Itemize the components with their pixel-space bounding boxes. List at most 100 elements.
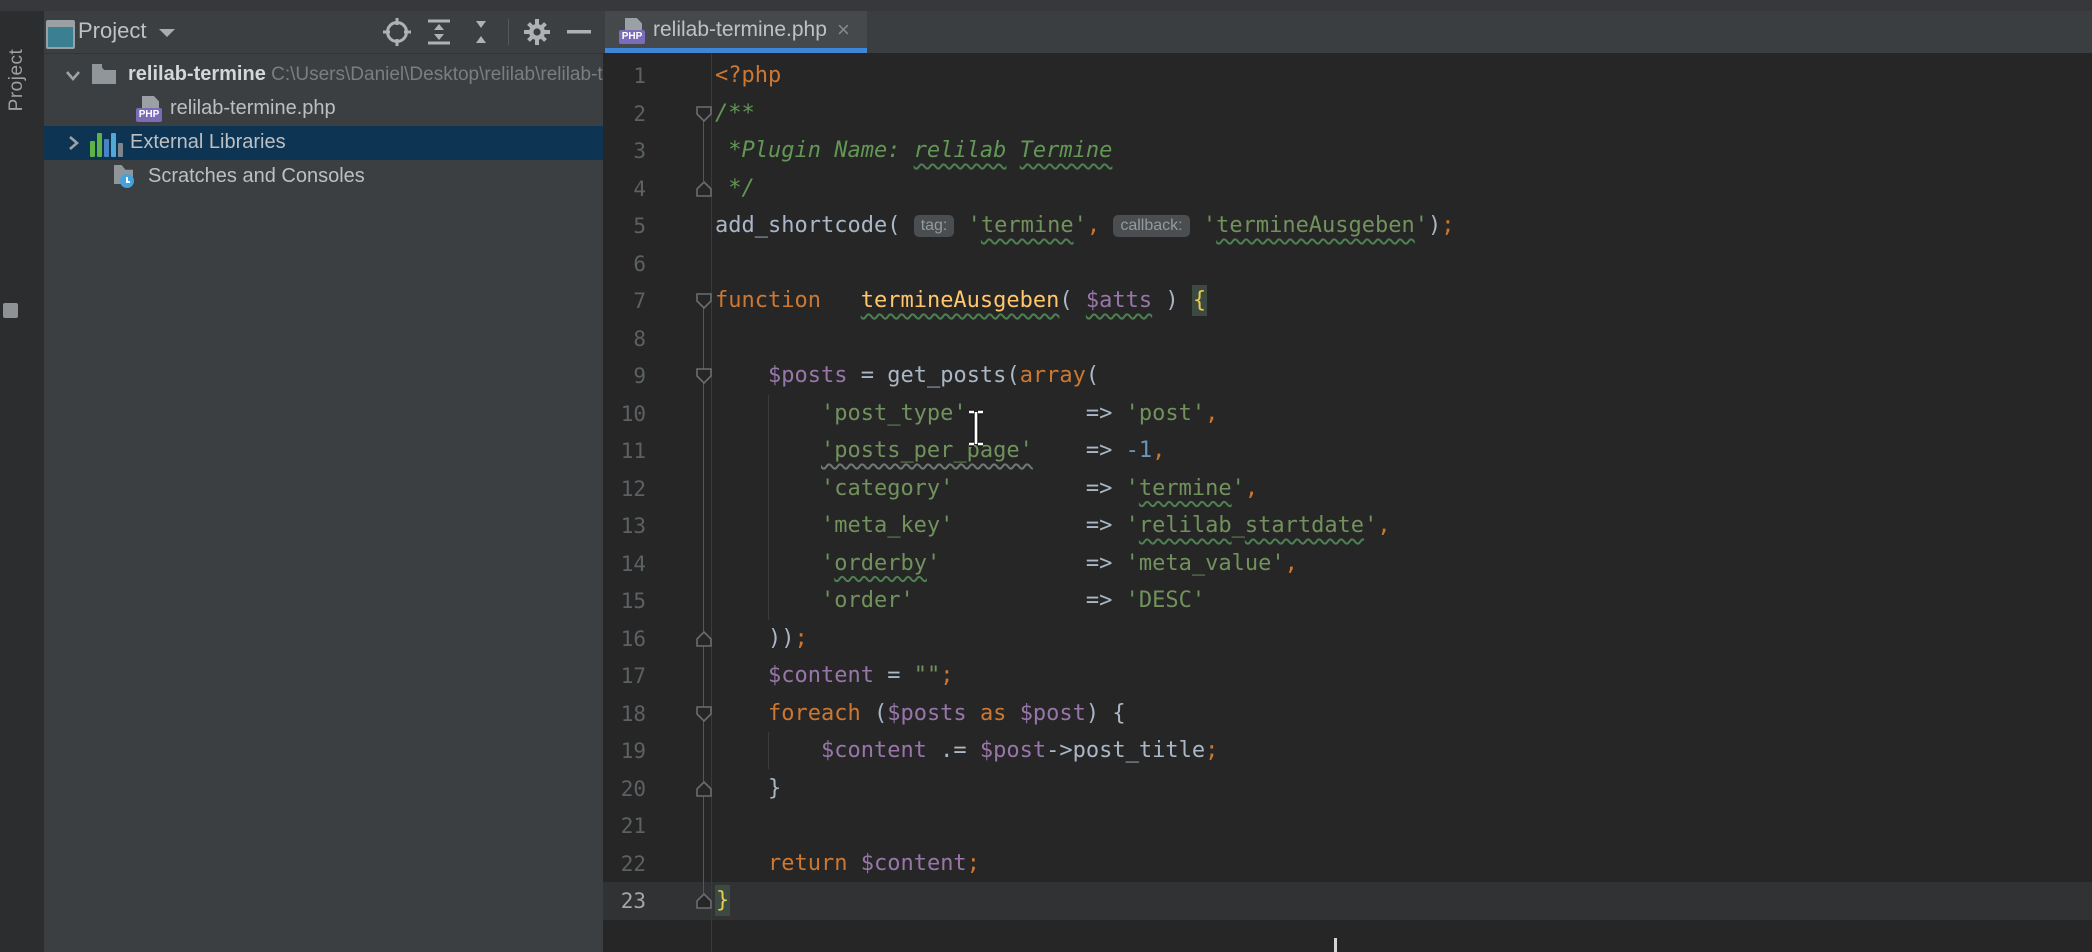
code-token xyxy=(1190,213,1203,238)
line-number[interactable]: 17 xyxy=(546,657,646,695)
code-token xyxy=(715,701,768,726)
line-number[interactable]: 14 xyxy=(546,545,646,583)
code-token: ' xyxy=(1232,476,1245,501)
code-line-2[interactable]: /** xyxy=(715,95,755,133)
code-token: , xyxy=(1152,438,1165,463)
code-token: , xyxy=(1245,476,1258,501)
code-token xyxy=(1006,138,1019,163)
code-line-15[interactable]: 'order' => 'DESC' xyxy=(715,582,1205,620)
line-number[interactable]: 22 xyxy=(546,845,646,883)
chevron-down-icon[interactable] xyxy=(64,66,82,89)
fold-start-icon[interactable] xyxy=(696,106,712,122)
line-number[interactable]: 12 xyxy=(546,470,646,508)
code-token: $content xyxy=(861,851,967,876)
fold-end-icon[interactable] xyxy=(696,781,712,797)
line-number[interactable]: 3 xyxy=(546,132,646,170)
code-token xyxy=(847,851,860,876)
code-token: ) { xyxy=(1086,701,1126,726)
tree-item-label: relilab-termine.php xyxy=(170,97,336,120)
code-token: relilab xyxy=(914,138,1007,163)
line-number[interactable]: 20 xyxy=(546,770,646,808)
line-number[interactable]: 8 xyxy=(546,320,646,358)
left-tool-stripe: Project xyxy=(0,11,44,952)
tool-window-square-icon[interactable] xyxy=(3,303,18,318)
code-token xyxy=(715,363,768,388)
fold-end-icon[interactable] xyxy=(696,893,712,909)
expand-all-icon[interactable] xyxy=(424,17,454,47)
code-line-1[interactable]: <?php xyxy=(715,57,781,95)
php-file-icon: PHP xyxy=(619,18,645,46)
code-line-9[interactable]: $posts = get_posts(array( xyxy=(715,357,1099,395)
line-number[interactable]: 4 xyxy=(546,170,646,208)
tree-item-external-libraries[interactable]: External Libraries xyxy=(44,126,603,160)
code-token: , xyxy=(1087,213,1100,238)
code-line-23[interactable]: } xyxy=(715,882,730,920)
fold-start-icon[interactable] xyxy=(696,706,712,722)
close-icon[interactable]: × xyxy=(837,17,850,43)
code-token: $posts xyxy=(768,363,847,388)
code-token xyxy=(715,401,821,426)
tree-item-relilab-termine[interactable]: relilab-termine C:\Users\Daniel\Desktop\… xyxy=(44,58,603,92)
code-token: -> xyxy=(1046,738,1073,763)
code-line-5[interactable]: add_shortcode( tag: 'termine', callback:… xyxy=(715,207,1455,245)
chevron-down-icon[interactable] xyxy=(156,25,178,41)
code-token xyxy=(1100,213,1113,238)
line-number[interactable]: 9 xyxy=(546,357,646,395)
code-line-16[interactable]: )); xyxy=(715,620,808,658)
line-number[interactable]: 13 xyxy=(546,507,646,545)
collapse-all-icon[interactable] xyxy=(466,17,496,47)
fold-start-icon[interactable] xyxy=(696,293,712,309)
tab-title: relilab-termine.php xyxy=(653,18,827,42)
line-number[interactable]: 18 xyxy=(546,695,646,733)
line-number[interactable]: 1 xyxy=(546,57,646,95)
tree-item-scratches-and-consoles[interactable]: Scratches and Consoles xyxy=(44,160,603,194)
code-line-19[interactable]: $content .= $post->post_title; xyxy=(715,732,1218,770)
code-line-3[interactable]: *Plugin Name: relilab Termine xyxy=(715,132,1112,170)
code-token: ) xyxy=(1428,213,1441,238)
code-token: add_shortcode xyxy=(715,213,887,238)
code-line-17[interactable]: $content = ""; xyxy=(715,657,953,695)
code-line-20[interactable]: } xyxy=(715,770,781,808)
code-line-7[interactable]: function termineAusgeben( $atts ) { xyxy=(715,282,1207,320)
code-token xyxy=(715,588,821,613)
chevron-right-icon[interactable] xyxy=(64,134,82,157)
tab-relilab-termine[interactable]: PHP relilab-termine.php × xyxy=(605,11,867,53)
line-number[interactable]: 5 xyxy=(546,207,646,245)
code-token: relilab xyxy=(1139,513,1232,538)
line-number[interactable]: 23 xyxy=(546,882,646,920)
tree-item-relilab-termine-php[interactable]: PHPrelilab-termine.php xyxy=(44,92,603,126)
code-token: _ xyxy=(1232,513,1245,538)
tree-item-label: relilab-termine C:\Users\Daniel\Desktop\… xyxy=(128,63,603,86)
line-number[interactable]: 6 xyxy=(546,245,646,283)
code-token xyxy=(715,851,768,876)
code-line-12[interactable]: 'category' => 'termine', xyxy=(715,470,1258,508)
code-editor[interactable]: 1<?php2/**3 *Plugin Name: relilab Termin… xyxy=(603,53,2092,952)
fold-end-icon[interactable] xyxy=(696,181,712,197)
project-stripe-button[interactable]: Project xyxy=(6,25,32,135)
code-line-18[interactable]: foreach ($posts as $post) { xyxy=(715,695,1126,733)
code-token: , xyxy=(1205,401,1218,426)
fold-start-icon[interactable] xyxy=(696,368,712,384)
select-opened-file-icon[interactable] xyxy=(382,17,412,47)
line-number[interactable]: 19 xyxy=(546,732,646,770)
phpstorm-window: Project Project xyxy=(0,0,2092,952)
line-number[interactable]: 15 xyxy=(546,582,646,620)
hide-panel-minus-icon[interactable] xyxy=(566,23,596,53)
code-line-13[interactable]: 'meta_key' => 'relilab_startdate', xyxy=(715,507,1391,545)
line-number[interactable]: 21 xyxy=(546,807,646,845)
editor-tab-bar: PHP relilab-termine.php × xyxy=(603,11,2092,53)
fold-end-icon[interactable] xyxy=(696,631,712,647)
line-number[interactable]: 7 xyxy=(546,282,646,320)
line-number[interactable]: 2 xyxy=(546,95,646,133)
line-number[interactable]: 16 xyxy=(546,620,646,658)
settings-gear-icon[interactable] xyxy=(522,17,552,47)
code-line-22[interactable]: return $content; xyxy=(715,845,980,883)
line-number[interactable]: 11 xyxy=(546,432,646,470)
code-line-4[interactable]: */ xyxy=(715,170,755,208)
code-token: ( xyxy=(1006,363,1019,388)
code-token: $posts xyxy=(887,701,966,726)
project-panel-title[interactable]: Project xyxy=(78,18,146,44)
code-line-14[interactable]: 'orderby' => 'meta_value', xyxy=(715,545,1298,583)
line-number[interactable]: 10 xyxy=(546,395,646,433)
code-line-11[interactable]: 'posts_per_page' => -1, xyxy=(715,432,1165,470)
